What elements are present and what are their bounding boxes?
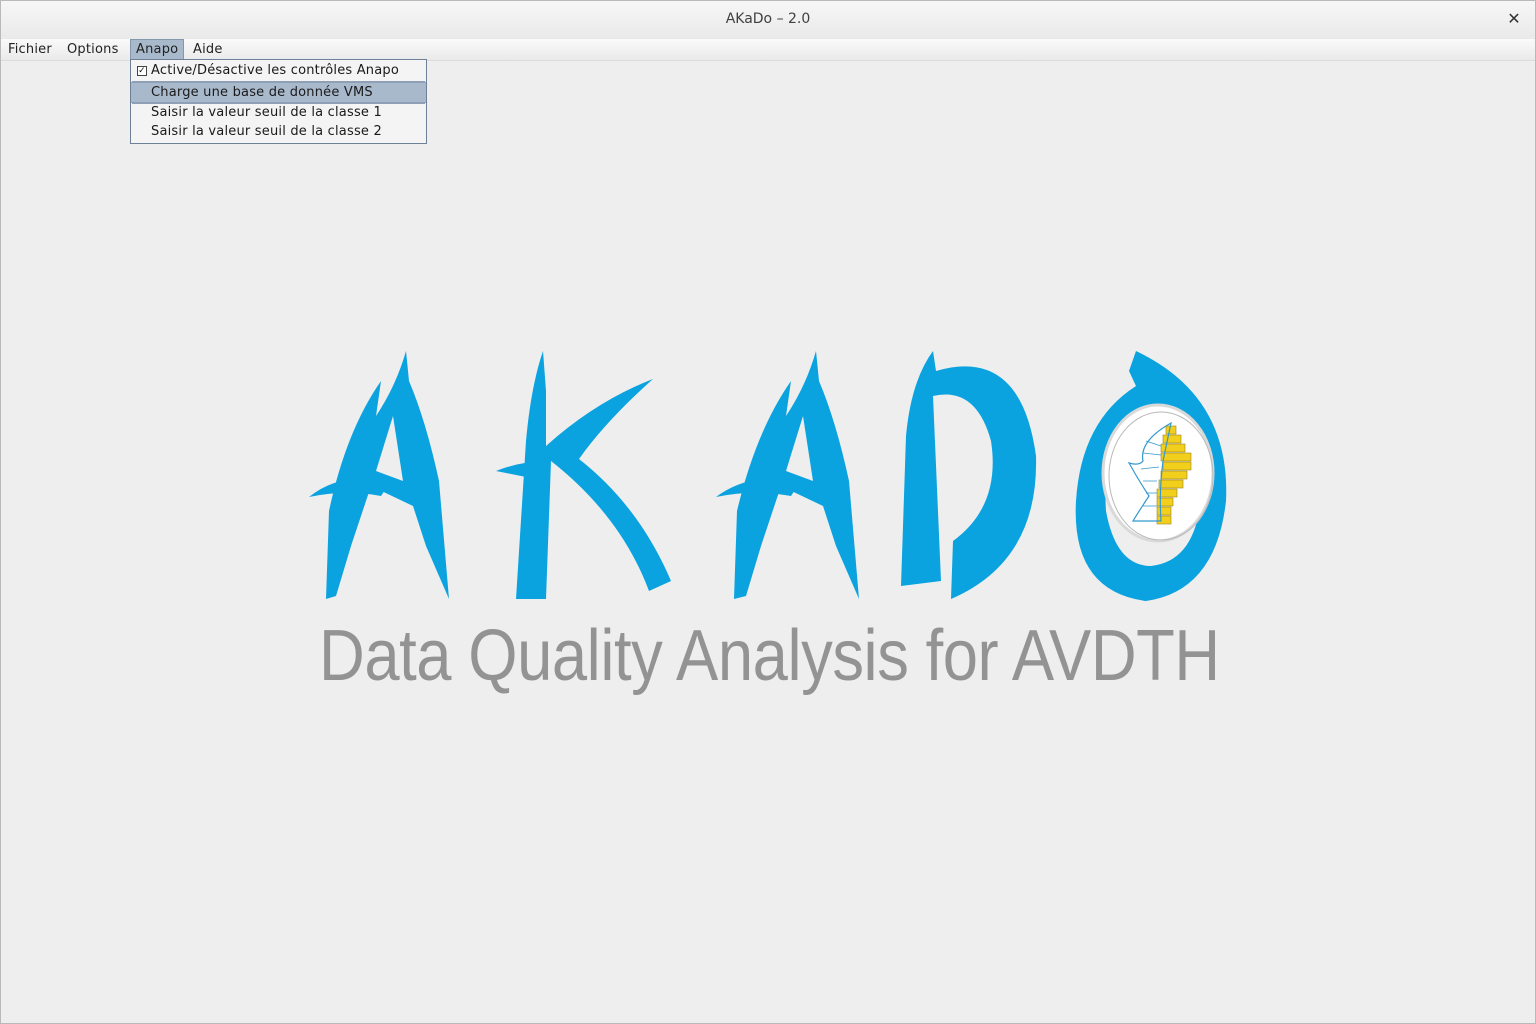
logo-letter-a [326,351,449,599]
menu-fichier[interactable]: Fichier [3,40,57,59]
menu-item-label: Saisir la valeur seuil de la classe 2 [151,124,382,139]
fish-emblem-icon [1101,403,1215,543]
menu-item-toggle-anapo-controls[interactable]: ✓ Active/Désactive les contrôles Anapo [131,61,426,80]
close-icon[interactable]: ✕ [1505,10,1523,28]
anapo-dropdown: ✓ Active/Désactive les contrôles Anapo C… [130,59,427,144]
menu-item-threshold-class-2[interactable]: Saisir la valeur seuil de la classe 2 [131,122,426,141]
splash-subtitle: Data Quality Analysis for AVDTH [319,616,1220,696]
checkbox-checked-icon[interactable]: ✓ [137,66,147,76]
title-bar[interactable]: AKaDo – 2.0 ✕ [1,1,1535,40]
menu-item-label: Active/Désactive les contrôles Anapo [151,63,400,78]
menu-item-label: Saisir la valeur seuil de la classe 1 [151,105,382,120]
menu-item-label: Charge une base de donnée VMS [151,85,373,100]
menu-item-load-vms-database[interactable]: Charge une base de donnée VMS [131,82,426,103]
app-window: AKaDo – 2.0 ✕ Fichier Options Anapo Aide… [0,0,1536,1024]
logo-letter-a-2 [734,351,859,599]
menu-item-threshold-class-1[interactable]: Saisir la valeur seuil de la classe 1 [131,103,426,122]
menu-anapo[interactable]: Anapo [130,39,185,60]
window-title: AKaDo – 2.0 [725,11,811,27]
menu-aide[interactable]: Aide [188,40,228,59]
menu-options[interactable]: Options [62,40,124,59]
logo-letter-d [901,351,1037,599]
menu-bar: Fichier Options Anapo Aide [1,39,1535,61]
